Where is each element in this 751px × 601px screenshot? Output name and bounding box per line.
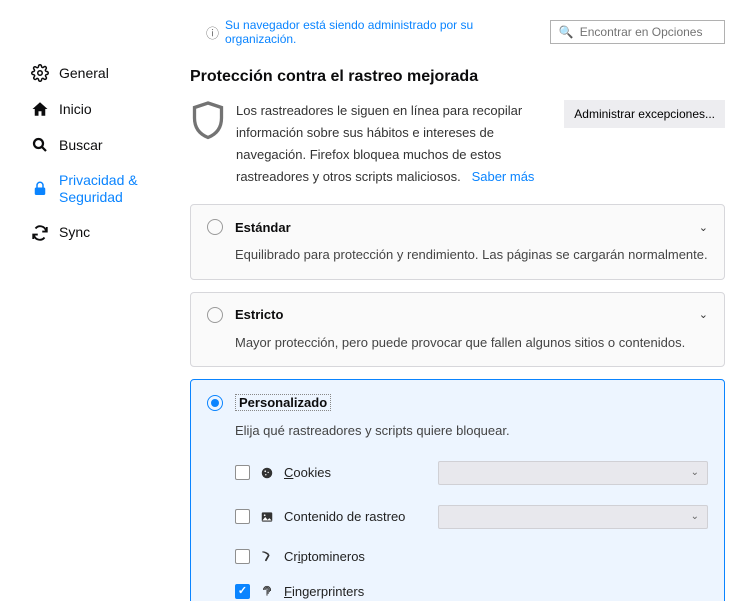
org-managed-banner[interactable]: ⓘ Su navegador está siendo administrado … [206, 18, 538, 46]
option-desc: Mayor protección, pero puede provocar qu… [235, 333, 708, 353]
lock-icon [31, 180, 49, 198]
sidebar-item-home[interactable]: Inicio [25, 91, 168, 127]
image-icon [260, 510, 274, 524]
row-label: Fingerprinters [284, 584, 364, 599]
option-title: Personalizado [235, 394, 331, 411]
manage-exceptions-button[interactable]: Administrar excepciones... [564, 100, 725, 128]
custom-row-fingerprinters: Fingerprinters [235, 574, 708, 601]
home-icon [31, 100, 49, 118]
info-icon: ⓘ [206, 23, 219, 42]
sidebar-item-search[interactable]: Buscar [25, 127, 168, 163]
checkbox-cryptominers[interactable] [235, 549, 250, 564]
radio-custom[interactable] [207, 395, 223, 411]
sidebar-item-label: Buscar [59, 137, 103, 154]
gear-icon [31, 64, 49, 82]
sidebar-item-label: General [59, 65, 109, 82]
section-title: Protección contra el rastreo mejorada [190, 68, 725, 86]
option-desc: Equilibrado para protección y rendimient… [235, 245, 708, 265]
chevron-down-icon[interactable]: ⌄ [699, 308, 708, 321]
tracking-option-custom[interactable]: Personalizado Elija qué rastreadores y s… [190, 379, 725, 601]
sidebar-item-label: Inicio [59, 101, 92, 118]
cookie-icon [260, 466, 274, 480]
sidebar-item-general[interactable]: General [25, 55, 168, 91]
learn-more-link[interactable]: Saber más [472, 169, 535, 184]
tracking-intro-text: Los rastreadores le siguen en línea para… [236, 100, 554, 188]
sidebar-item-label: Privacidad & Seguridad [59, 172, 162, 206]
custom-row-cookies: Cookies ⌄ [235, 451, 708, 495]
org-managed-text: Su navegador está siendo administrado po… [225, 18, 538, 46]
sidebar: General Inicio Buscar Privacidad & Segur… [0, 0, 180, 601]
sync-icon [31, 224, 49, 242]
tracking-option-standard[interactable]: Estándar ⌄ Equilibrado para protección y… [190, 204, 725, 280]
checkbox-tracking-content[interactable] [235, 509, 250, 524]
option-desc: Elija qué rastreadores y scripts quiere … [235, 421, 708, 441]
tracking-intro: Los rastreadores le siguen en línea para… [190, 100, 725, 188]
checkbox-fingerprinters[interactable] [235, 584, 250, 599]
sidebar-item-label: Sync [59, 224, 90, 241]
search-input[interactable] [580, 25, 716, 39]
sidebar-item-sync[interactable]: Sync [25, 215, 168, 251]
search-icon: 🔍 [559, 25, 574, 39]
row-label: Cookies [284, 465, 331, 480]
option-title: Estricto [235, 307, 283, 322]
shield-icon [190, 100, 226, 145]
checkbox-cookies[interactable] [235, 465, 250, 480]
search-input-wrapper[interactable]: 🔍 [550, 20, 725, 44]
cookies-dropdown[interactable]: ⌄ [438, 461, 708, 485]
option-title: Estándar [235, 220, 291, 235]
chevron-down-icon[interactable]: ⌄ [699, 221, 708, 234]
main-panel: ⓘ Su navegador está siendo administrado … [180, 0, 751, 601]
radio-standard[interactable] [207, 219, 223, 235]
tracking-content-dropdown[interactable]: ⌄ [438, 505, 708, 529]
fingerprint-icon [260, 584, 274, 598]
row-label: Contenido de rastreo [284, 509, 405, 524]
custom-row-tracking-content: Contenido de rastreo ⌄ [235, 495, 708, 539]
radio-strict[interactable] [207, 307, 223, 323]
magnify-icon [31, 136, 49, 154]
sidebar-item-privacy[interactable]: Privacidad & Seguridad [25, 163, 168, 215]
tracking-option-strict[interactable]: Estricto ⌄ Mayor protección, pero puede … [190, 292, 725, 368]
custom-row-cryptominers: Criptomineros [235, 539, 708, 574]
pickaxe-icon [260, 549, 274, 563]
topbar: ⓘ Su navegador está siendo administrado … [180, 0, 751, 56]
row-label: Criptomineros [284, 549, 365, 564]
